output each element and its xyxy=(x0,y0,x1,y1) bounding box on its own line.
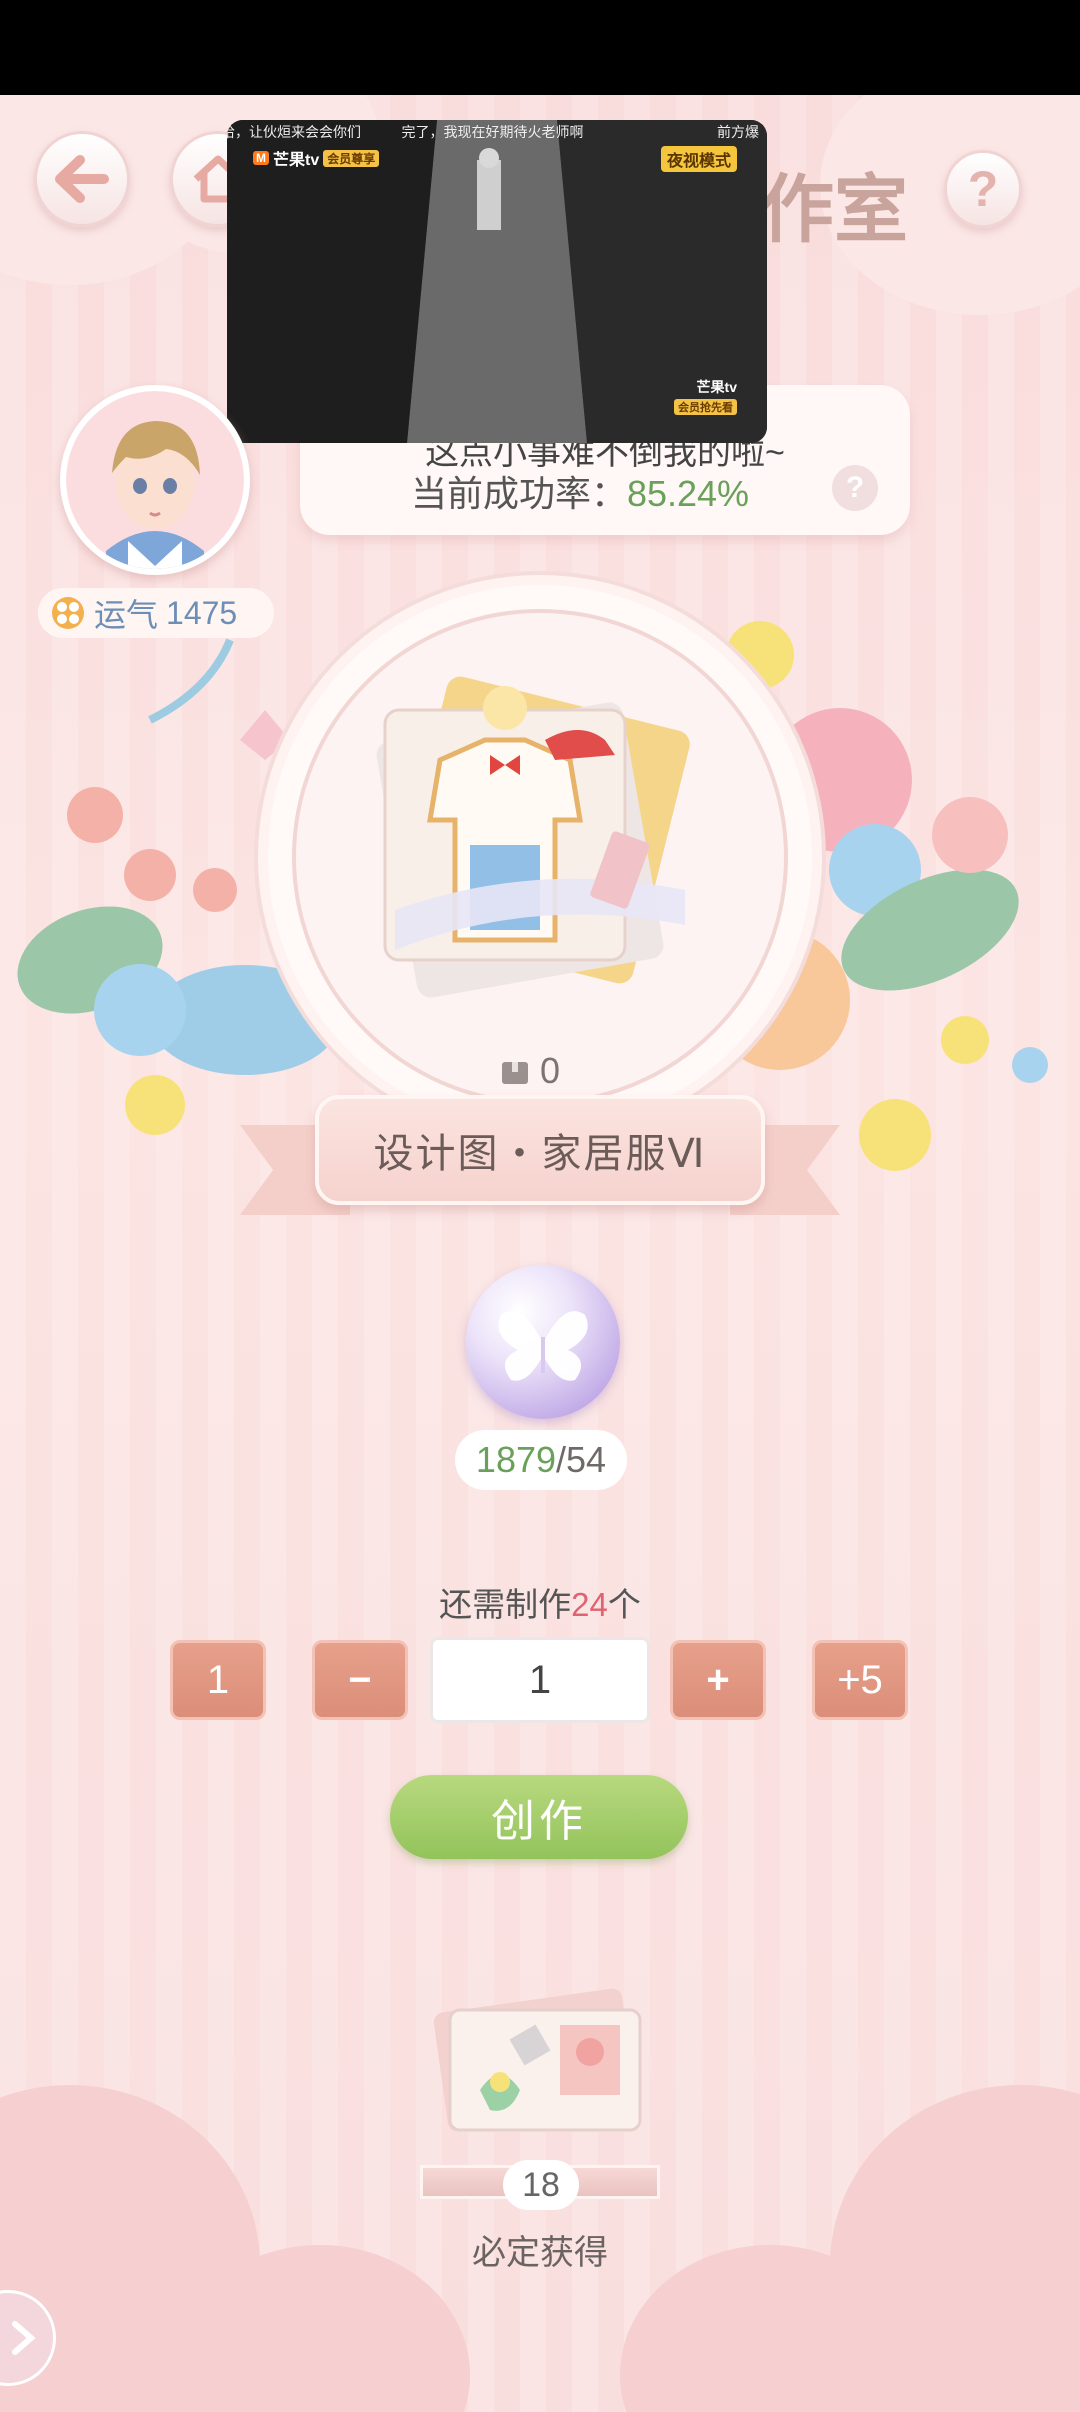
vip-badge: 会员尊享 xyxy=(323,149,380,167)
success-rate: 当前成功率：85.24% xyxy=(300,465,860,517)
remaining-prefix: 还需制作 xyxy=(439,1586,572,1623)
set-min-label: 1 xyxy=(206,1657,230,1702)
add-five-label: +5 xyxy=(837,1657,883,1702)
page-title: 作室 xyxy=(760,167,908,253)
night-mode-badge: 夜视模式 xyxy=(660,146,737,172)
avatar[interactable] xyxy=(60,385,250,575)
character-portrait xyxy=(66,391,244,569)
create-label: 创作 xyxy=(491,1797,587,1846)
video-subtitle-mid: 完了，我现在好期待火老师啊 xyxy=(401,125,584,141)
success-rate-value: 85.24% xyxy=(626,473,750,514)
back-arrow-icon xyxy=(55,155,109,203)
remaining-suffix: 个 xyxy=(607,1586,641,1623)
material-count: 1879/54 xyxy=(455,1430,627,1490)
quantity-input[interactable]: 1 xyxy=(430,1637,650,1723)
pip-video-player[interactable]: 哈，让伙烜来会会你们 完了，我现在好期待火老师啊 前方爆 M 芒果tv 会员尊享… xyxy=(227,120,767,443)
mango-icon: M xyxy=(253,151,269,165)
material-separator: / xyxy=(556,1439,567,1480)
minus-icon: − xyxy=(348,1657,372,1702)
help-icon: ? xyxy=(845,471,865,504)
guaranteed-label: 必定获得 xyxy=(472,2234,608,2272)
set-min-button[interactable]: 1 xyxy=(170,1640,266,1720)
add-five-button[interactable]: +5 xyxy=(812,1640,908,1720)
reward-item-icon[interactable] xyxy=(420,1970,660,2150)
reward-count: 18 xyxy=(503,2160,579,2210)
mango-tv-watermark: 芒果tv 会员抢先看 xyxy=(674,377,737,415)
help-icon: ? xyxy=(967,161,999,217)
decrease-button[interactable]: − xyxy=(312,1640,408,1720)
item-name: 设计图・家居服Ⅵ xyxy=(373,1132,707,1176)
material-orb[interactable] xyxy=(466,1265,620,1419)
owned-count-value: 0 xyxy=(540,1050,561,1091)
success-rate-label: 当前成功率： xyxy=(410,473,627,514)
mango-tv-logo-text: 芒果tv xyxy=(273,152,320,169)
mango-tv-logo: M 芒果tv 会员尊享 xyxy=(253,146,380,170)
help-button[interactable]: ? xyxy=(944,150,1022,228)
back-button[interactable] xyxy=(34,131,130,227)
package-icon xyxy=(502,1062,528,1084)
outfit-design-icon[interactable] xyxy=(355,660,715,1040)
material-have: 1879 xyxy=(475,1439,557,1480)
create-button[interactable]: 创作 xyxy=(390,1775,688,1859)
video-subtitle-left: 哈，让伙烜来会会你们 xyxy=(227,125,361,141)
quantity-value: 1 xyxy=(528,1657,552,1702)
vip-watermark-badge: 会员抢先看 xyxy=(674,399,737,415)
remaining-requirement: 还需制作24个 xyxy=(0,1578,1080,1626)
chevron-right-icon xyxy=(12,2321,36,2355)
status-bar xyxy=(0,0,1080,95)
item-name-ribbon: 设计图・家居服Ⅵ xyxy=(315,1095,765,1205)
mango-tv-watermark-text: 芒果tv xyxy=(696,379,737,395)
plus-icon: + xyxy=(706,1657,730,1702)
material-need: 54 xyxy=(566,1439,607,1480)
increase-button[interactable]: + xyxy=(670,1640,766,1720)
remaining-count: 24 xyxy=(571,1586,608,1623)
butterfly-icon xyxy=(498,1311,588,1381)
owned-count: 0 xyxy=(500,1050,560,1092)
video-subtitle: 哈，让伙烜来会会你们 完了，我现在好期待火老师啊 xyxy=(227,122,767,142)
rate-help-button[interactable]: ? xyxy=(832,465,878,511)
video-subtitle-right: 前方爆 xyxy=(717,125,759,141)
